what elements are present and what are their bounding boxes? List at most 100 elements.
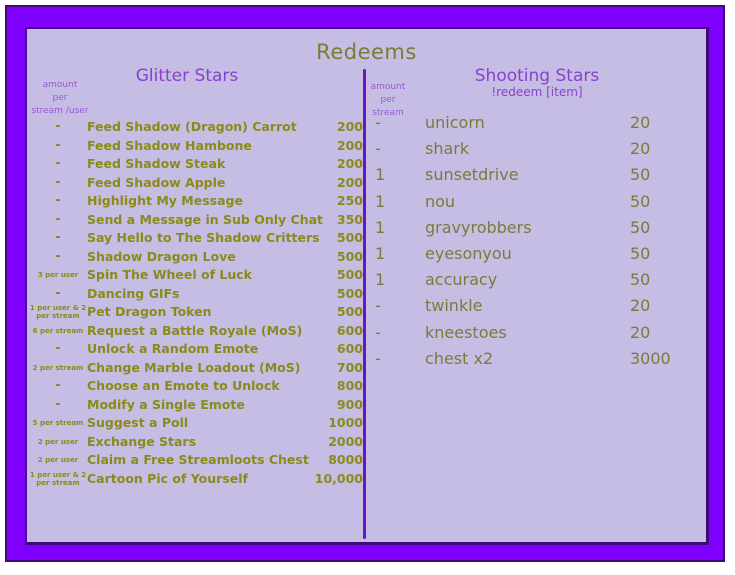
item-name: Suggest a Poll: [87, 415, 189, 430]
item-name: shark: [425, 139, 470, 159]
glitter-item-row: - Feed Shadow Hambone 200: [27, 137, 363, 156]
shooting-item-row: 1 eyesonyou 50: [367, 244, 707, 270]
glitter-item-row: 1 per user & 2 per stream Pet Dragon Toke…: [27, 303, 363, 322]
item-limit: 1: [375, 191, 386, 211]
item-limit: 2 per user: [37, 437, 79, 446]
glitter-item-row: 2 per stream Change Marble Loadout (MoS) 7…: [27, 359, 363, 378]
amount-header-line: amount: [42, 80, 78, 90]
redeems-panel: Redeems amount per stream /user Glitter …: [25, 27, 709, 545]
item-limit: -: [55, 137, 61, 153]
item-cost: 8000: [328, 452, 363, 467]
item-cost: 500: [336, 267, 363, 282]
item-cost: 250: [336, 193, 363, 208]
item-name: Pet Dragon Token: [87, 304, 212, 319]
item-name: Feed Shadow Hambone: [87, 137, 252, 153]
item-cost: 200: [336, 137, 363, 153]
item-name: eyesonyou: [425, 243, 512, 263]
glitter-stars-list: - Feed Shadow (Dragon) Carrot 200 - Feed Sha…: [27, 118, 363, 488]
item-name: Modify a Single Emote: [87, 396, 245, 412]
item-name: Request a Battle Royale (MoS): [87, 322, 303, 338]
item-cost: 2000: [328, 433, 363, 449]
item-limit: 2 per user: [37, 456, 79, 465]
item-name: chest x2: [425, 348, 494, 368]
shooting-item-row: 1 gravyrobbers 50: [367, 218, 707, 244]
item-name: Dancing GIFs: [87, 285, 180, 301]
item-cost: 600: [336, 341, 363, 356]
item-limit: -: [55, 248, 61, 264]
glitter-item-row: - Send a Message in Sub Only Chat 350: [27, 211, 363, 230]
item-name: sunsetdrive: [425, 165, 519, 185]
item-limit: -: [375, 139, 381, 159]
glitter-amount-header: amount per stream /user: [29, 79, 91, 118]
item-cost: 200: [336, 156, 363, 171]
glitter-item-row: - Feed Shadow (Dragon) Carrot 200: [27, 118, 363, 137]
glitter-item-row: 2 per user Exchange Stars 2000: [27, 433, 363, 452]
item-cost: 500: [336, 248, 363, 264]
shooting-item-row: 1 sunsetdrive 50: [367, 165, 707, 191]
item-name: Cartoon Pic of Yourself: [87, 470, 248, 486]
item-name: Feed Shadow Steak: [87, 156, 226, 171]
item-cost: 20: [630, 296, 651, 316]
item-limit: -: [55, 341, 61, 357]
item-limit: -: [375, 113, 381, 132]
glitter-item-row: - Modify a Single Emote 900: [27, 396, 363, 415]
item-limit: 1 per user & 2 per stream: [29, 470, 87, 487]
item-name: Unlock a Random Emote: [87, 341, 259, 356]
item-limit: -: [375, 348, 381, 368]
item-limit: -: [55, 119, 61, 135]
item-cost: 20: [630, 139, 651, 159]
item-name: kneestoes: [425, 322, 507, 342]
item-limit: 1: [375, 217, 386, 237]
item-cost: 350: [336, 211, 363, 227]
item-limit: 3 per user: [37, 271, 79, 280]
amount-header-line: per: [380, 95, 396, 105]
item-name: Say Hello to The Shadow Critters: [87, 230, 320, 245]
shooting-item-row: - chest x2 3000: [367, 349, 707, 375]
item-limit: 1: [375, 243, 386, 263]
column-divider: [363, 69, 366, 539]
item-cost: 500: [336, 285, 363, 301]
glitter-item-row: - Dancing GIFs 500: [27, 285, 363, 304]
item-limit: -: [375, 296, 381, 316]
item-cost: 50: [630, 270, 651, 290]
item-cost: 10,000: [314, 470, 363, 486]
amount-header-line: per: [52, 93, 68, 103]
shooting-stars-list: - unicorn 20 - shark 20 1 sunsetdrive 50 1 nou 50 1 g…: [367, 113, 707, 375]
item-limit: 6 per stream: [32, 326, 84, 335]
glitter-item-row: 2 per user Claim a Free Streamloots Chest…: [27, 451, 363, 470]
item-cost: 700: [336, 359, 363, 375]
item-name: Highlight My Message: [87, 193, 243, 208]
item-name: accuracy: [425, 270, 498, 290]
item-name: Shadow Dragon Love: [87, 248, 236, 264]
item-cost: 50: [630, 243, 651, 263]
item-limit: 5 per stream: [32, 419, 84, 428]
item-name: Feed Shadow Apple: [87, 174, 226, 190]
item-cost: 900: [336, 396, 363, 412]
item-limit: -: [375, 322, 381, 342]
item-cost: 1000: [328, 415, 363, 430]
item-limit: 2 per stream: [32, 363, 84, 372]
item-name: gravyrobbers: [425, 217, 532, 237]
shooting-item-row: - unicorn 20: [367, 113, 707, 139]
glitter-item-row: 3 per user Spin The Wheel of Luck 500: [27, 266, 363, 285]
item-limit: -: [55, 230, 61, 246]
item-limit: 1 per user & 2 per stream: [29, 304, 87, 321]
glitter-item-row: - Say Hello to The Shadow Critters 500: [27, 229, 363, 248]
item-cost: 50: [630, 165, 651, 185]
item-cost: 500: [336, 304, 363, 319]
shooting-item-row: 1 nou 50: [367, 192, 707, 218]
amount-header-line: amount: [370, 82, 406, 92]
item-limit: -: [55, 285, 61, 301]
glitter-item-row: - Feed Shadow Apple 200: [27, 174, 363, 193]
shooting-item-row: - kneestoes 20: [367, 323, 707, 349]
item-cost: 20: [630, 322, 651, 342]
item-cost: 50: [630, 191, 651, 211]
shooting-item-row: - twinkle 20: [367, 296, 707, 322]
glitter-item-row: - Choose an Emote to Unlock 800: [27, 377, 363, 396]
item-cost: 800: [336, 378, 363, 393]
page-title: Redeems: [316, 40, 417, 64]
glitter-item-row: 6 per stream Request a Battle Royale (MoS…: [27, 322, 363, 341]
item-name: unicorn: [425, 113, 485, 132]
item-cost: 500: [336, 230, 363, 245]
item-cost: 600: [336, 322, 363, 338]
